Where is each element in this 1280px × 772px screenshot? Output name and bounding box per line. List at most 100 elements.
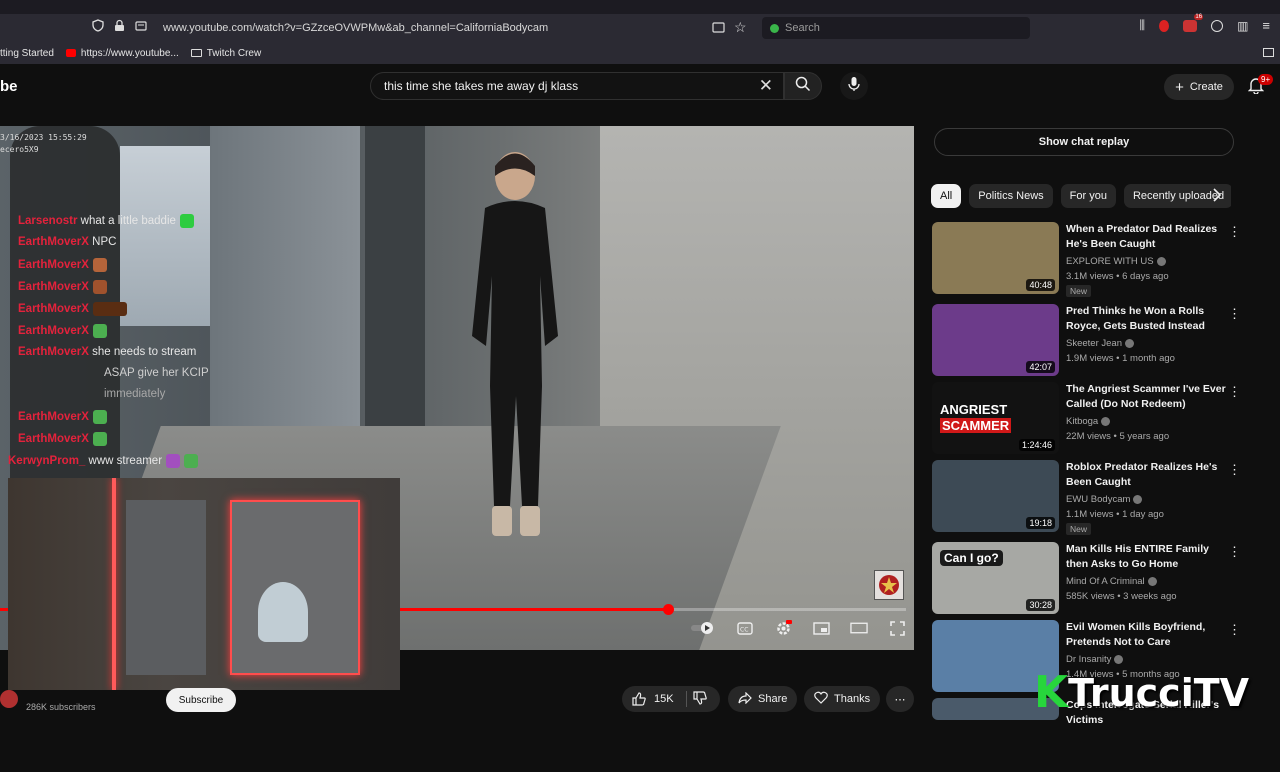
progress-bar-start[interactable]: [0, 608, 8, 611]
chip-all[interactable]: All: [931, 184, 962, 208]
pepe-emote-icon: [184, 454, 199, 468]
video-thumbnail[interactable]: ANGRIEST SCAMMER 1:24:46: [932, 382, 1059, 454]
video-duration: 30:28: [1026, 599, 1055, 611]
like-button[interactable]: 15K: [632, 692, 674, 706]
recommendation-card[interactable]: Can I go? 30:28 Man Kills His ENTIRE Famil…: [932, 542, 1242, 616]
new-badge: New: [1066, 523, 1092, 535]
video-scene-door: [365, 126, 425, 426]
chat-message: EarthMoverX she needs to stream: [18, 346, 197, 358]
search-button[interactable]: [784, 72, 822, 100]
channel-avatar[interactable]: [0, 690, 18, 708]
filter-chips: All Politics News For you Recently uploa…: [931, 184, 1231, 208]
chip-for-you[interactable]: For you: [1060, 184, 1116, 208]
library-icon[interactable]: ⫼: [1140, 18, 1146, 33]
truccitv-watermark: K TrucciTV: [1034, 668, 1254, 718]
recommendation-title[interactable]: When a Predator Dad Realizes He's Been C…: [1066, 222, 1226, 252]
clear-search-icon[interactable]: ✕: [759, 77, 773, 94]
recommendation-card[interactable]: 19:18 Roblox Predator Realizes He's Been …: [932, 460, 1242, 535]
video-thumbnail[interactable]: 19:18: [932, 460, 1059, 532]
emote-icon: [166, 454, 181, 468]
recommendation-title[interactable]: Evil Women Kills Boyfriend, Pretends Not…: [1066, 620, 1226, 650]
more-vert-icon[interactable]: ⋮: [1228, 622, 1241, 638]
video-thumbnail[interactable]: 40:48: [932, 222, 1059, 294]
chip-politics-news[interactable]: Politics News: [969, 184, 1053, 208]
address-bar[interactable]: www.youtube.com/watch?v=GZzceOVWPMw&ab_c…: [86, 17, 756, 39]
plus-icon: +: [1175, 78, 1184, 96]
other-bookmarks-folder-icon[interactable]: [1263, 48, 1274, 57]
share-button[interactable]: Share: [728, 686, 798, 712]
voice-search-button[interactable]: [840, 72, 868, 100]
subscribe-button[interactable]: Subscribe: [166, 688, 236, 712]
miniplayer-icon[interactable]: [812, 619, 830, 637]
recommendation-title[interactable]: The Angriest Scammer I've Ever Called (D…: [1066, 382, 1226, 412]
video-thumbnail[interactable]: Can I go? 30:28: [932, 542, 1059, 614]
chevron-right-icon[interactable]: [1212, 188, 1222, 207]
chat-message: EarthMoverX NPC: [18, 236, 117, 248]
video-thumbnail[interactable]: 42:07: [932, 304, 1059, 376]
thanks-button[interactable]: Thanks: [804, 686, 881, 712]
chat-message: Larsenostr what a little baddie: [18, 214, 194, 228]
extensions-grid-icon[interactable]: ▥: [1237, 19, 1248, 33]
thumbnail-text: SCAMMER: [940, 418, 1012, 433]
like-dislike-group: 15K: [622, 686, 720, 712]
account-icon[interactable]: [1211, 19, 1224, 32]
menu-hamburger-icon[interactable]: ≡: [1262, 18, 1270, 33]
settings-gear-icon[interactable]: [774, 619, 792, 637]
more-vert-icon[interactable]: ⋮: [1228, 384, 1241, 400]
recommendation-meta: 22M views • 5 years ago: [1066, 431, 1170, 442]
shield-icon[interactable]: [92, 19, 104, 37]
thumbnail-text: Can I go?: [940, 550, 1003, 566]
recommendation-channel[interactable]: Mind Of A Criminal: [1066, 576, 1157, 587]
thumbs-down-icon: [692, 690, 707, 705]
bodycam-timestamp: 3/16/2023 15:55:29 ecero5X9: [0, 133, 87, 154]
video-progress-bar[interactable]: [400, 604, 906, 615]
browser-tab-strip: [0, 0, 1280, 14]
create-button[interactable]: + Create: [1164, 74, 1234, 100]
recommendation-channel[interactable]: Skeeter Jean: [1066, 338, 1134, 349]
verified-icon: [1133, 494, 1143, 504]
more-dots-icon: ⋯: [894, 693, 906, 706]
channel-watermark-logo[interactable]: [874, 570, 904, 600]
bookmark-getting-started[interactable]: tting Started: [0, 48, 54, 59]
chat-message: KerwynProm_ www streamer: [8, 454, 199, 468]
recommendation-channel[interactable]: EXPLORE WITH US: [1066, 256, 1166, 267]
more-actions-button[interactable]: ⋯: [886, 686, 914, 712]
search-input[interactable]: this time she takes me away dj klass ✕: [370, 72, 784, 100]
show-chat-replay-button[interactable]: Show chat replay: [934, 128, 1234, 156]
recommendation-channel[interactable]: EWU Bodycam: [1066, 494, 1143, 505]
chat-message: EarthMoverX: [18, 302, 127, 316]
autoplay-toggle[interactable]: [690, 619, 716, 637]
more-vert-icon[interactable]: ⋮: [1228, 306, 1241, 322]
svg-text:CC: CC: [740, 626, 748, 633]
chat-message: EarthMoverX: [18, 432, 107, 446]
recommendation-card[interactable]: 40:48 When a Predator Dad Realizes He's B…: [932, 222, 1242, 297]
bookmark-star-icon[interactable]: ☆: [734, 19, 747, 36]
recommendation-title[interactable]: Man Kills His ENTIRE Family then Asks to…: [1066, 542, 1226, 572]
extension-adblock-icon[interactable]: 16: [1183, 13, 1204, 32]
dislike-button[interactable]: [692, 690, 707, 708]
recommendation-channel[interactable]: Kitboga: [1066, 416, 1111, 427]
thumbs-up-icon: [632, 692, 646, 706]
webcam-gaming-chair: [258, 582, 308, 642]
fullscreen-icon[interactable]: [888, 619, 906, 637]
reader-view-icon[interactable]: [712, 21, 725, 39]
recommendation-title[interactable]: Roblox Predator Realizes He's Been Caugh…: [1066, 460, 1226, 490]
more-vert-icon[interactable]: ⋮: [1228, 544, 1241, 560]
webcam-led-strip: [112, 478, 116, 690]
recommendation-channel[interactable]: Dr Insanity: [1066, 654, 1124, 665]
captions-icon[interactable]: CC: [736, 619, 754, 637]
youtube-logo[interactable]: be: [0, 78, 18, 95]
theater-mode-icon[interactable]: [850, 619, 868, 637]
bookmark-twitch-crew[interactable]: Twitch Crew: [190, 48, 261, 59]
bookmark-youtube[interactable]: https://www.youtube...: [65, 48, 179, 59]
extension-red-icon[interactable]: [1159, 19, 1170, 32]
thumbnail-text: ANGRIEST: [940, 402, 1008, 417]
recommendation-card[interactable]: 42:07 Pred Thinks he Won a Rolls Royce, G…: [932, 304, 1242, 378]
more-vert-icon[interactable]: ⋮: [1228, 224, 1241, 240]
lock-icon[interactable]: [114, 19, 125, 37]
recommendation-card[interactable]: ANGRIEST SCAMMER 1:24:46 The Angriest Scamm…: [932, 382, 1242, 456]
more-vert-icon[interactable]: ⋮: [1228, 462, 1241, 478]
browser-search-field[interactable]: Search: [762, 17, 1030, 39]
url-text[interactable]: www.youtube.com/watch?v=GZzceOVWPMw&ab_c…: [163, 22, 548, 34]
recommendation-title[interactable]: Pred Thinks he Won a Rolls Royce, Gets B…: [1066, 304, 1226, 334]
